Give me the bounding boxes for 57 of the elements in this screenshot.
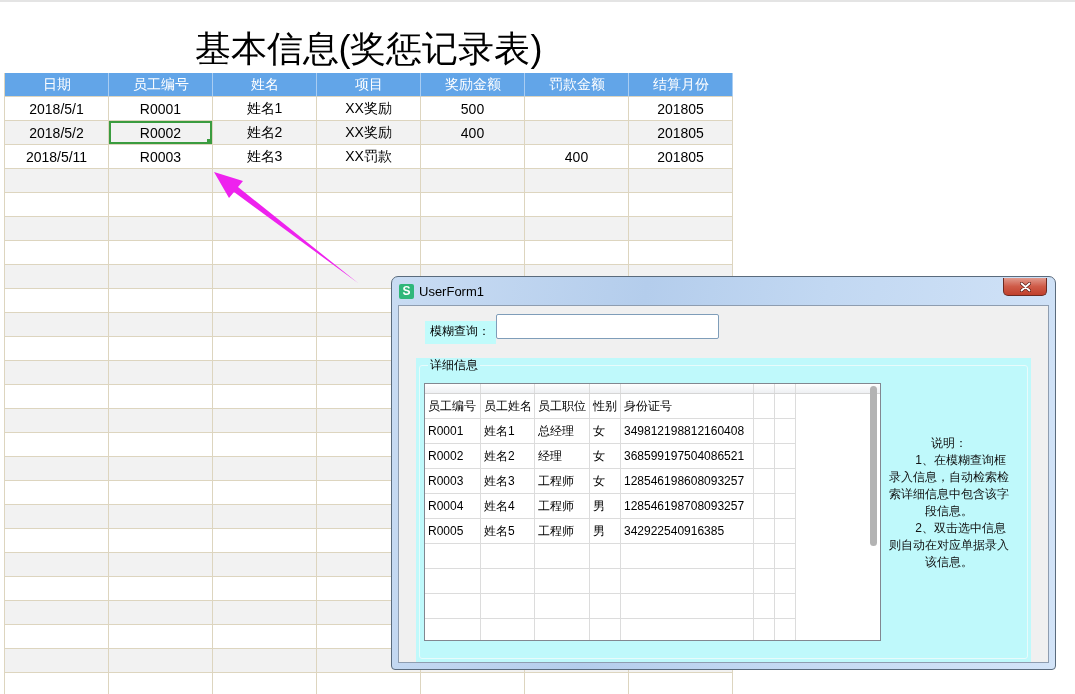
list-cell[interactable]: R0001 xyxy=(425,419,481,444)
window-title: UserForm1 xyxy=(419,283,484,299)
list-cell[interactable]: 女 xyxy=(590,469,621,494)
empty-cell xyxy=(754,444,775,469)
search-field[interactable] xyxy=(496,314,719,339)
list-cell[interactable]: 女 xyxy=(590,419,621,444)
note-title: 说明： xyxy=(929,435,968,452)
list-cell[interactable]: 姓名2 xyxy=(481,444,535,469)
list-cell[interactable]: 总经理 xyxy=(535,419,590,444)
close-button[interactable] xyxy=(1003,278,1047,296)
column-header: 姓名 xyxy=(213,73,317,97)
empty-cell xyxy=(754,419,775,444)
list-cell[interactable]: 128546198708093257 xyxy=(621,494,754,519)
list-cell[interactable]: 员工编号 xyxy=(425,394,481,419)
search-label: 模糊查询： xyxy=(425,321,496,344)
empty-cell xyxy=(775,444,796,469)
empty-cell xyxy=(775,494,796,519)
column-header: 奖励金额 xyxy=(421,73,525,97)
app-icon: S xyxy=(399,283,414,299)
list-cell[interactable]: R0002 xyxy=(425,444,481,469)
list-cell[interactable]: 姓名3 xyxy=(481,469,535,494)
list-cell[interactable]: R0004 xyxy=(425,494,481,519)
empty-cell xyxy=(754,394,775,419)
list-cell[interactable]: 姓名4 xyxy=(481,494,535,519)
column-header: 日期 xyxy=(5,73,109,97)
list-cell[interactable]: 128546198608093257 xyxy=(621,469,754,494)
empty-cell xyxy=(754,469,775,494)
close-icon xyxy=(1019,281,1031,292)
list-cell[interactable]: 身份证号 xyxy=(621,394,754,419)
list-cell[interactable]: 工程师 xyxy=(535,469,590,494)
list-cell[interactable]: 员工职位 xyxy=(535,394,590,419)
column-header: 罚款金额 xyxy=(525,73,629,97)
empty-cell xyxy=(775,469,796,494)
list-cell[interactable]: 男 xyxy=(590,494,621,519)
note-text: 1、在模糊查询框录入信息，自动检索检索详细信息中包含该字段信息。 xyxy=(888,452,1009,520)
table-cell[interactable]: R0002 xyxy=(109,121,213,145)
table-cell[interactable]: R0001 xyxy=(109,97,213,121)
scrollbar[interactable] xyxy=(870,386,877,546)
empty-cell xyxy=(754,494,775,519)
column-header: 员工编号 xyxy=(109,73,213,97)
list-cell[interactable]: 女 xyxy=(590,444,621,469)
list-cell[interactable]: 工程师 xyxy=(535,494,590,519)
results-list[interactable]: 员工编号 员工姓名 员工职位 性别 身份证号 R0001 姓名1 总经理 女 349812198812160408 R0002 姓名2 经理 女 368599197504086521 R0003 姓名3 工程师 女 128546198608093257 R0004 姓名4 工程师 男 128546198708093257 R0005 姓名5 工程师 男 342922540916385 xyxy=(424,383,881,641)
list-cell[interactable]: 性别 xyxy=(590,394,621,419)
list-cell[interactable]: 经理 xyxy=(535,444,590,469)
list-cell[interactable]: 姓名1 xyxy=(481,419,535,444)
column-header: 结算月份 xyxy=(629,73,733,97)
list-cell[interactable]: 368599197504086521 xyxy=(621,444,754,469)
empty-cell xyxy=(775,419,796,444)
group-legend: 详细信息 xyxy=(428,358,480,372)
sheet-title: 基本信息(奖惩记录表) xyxy=(194,27,543,71)
empty-cell xyxy=(775,394,796,419)
list-cell[interactable]: R0003 xyxy=(425,469,481,494)
column-header: 项目 xyxy=(317,73,421,97)
list-cell[interactable]: 349812198812160408 xyxy=(621,419,754,444)
note-text: 2、双击选中信息则自动在对应单据录入该信息。 xyxy=(888,520,1009,571)
list-cell[interactable]: 员工姓名 xyxy=(481,394,535,419)
